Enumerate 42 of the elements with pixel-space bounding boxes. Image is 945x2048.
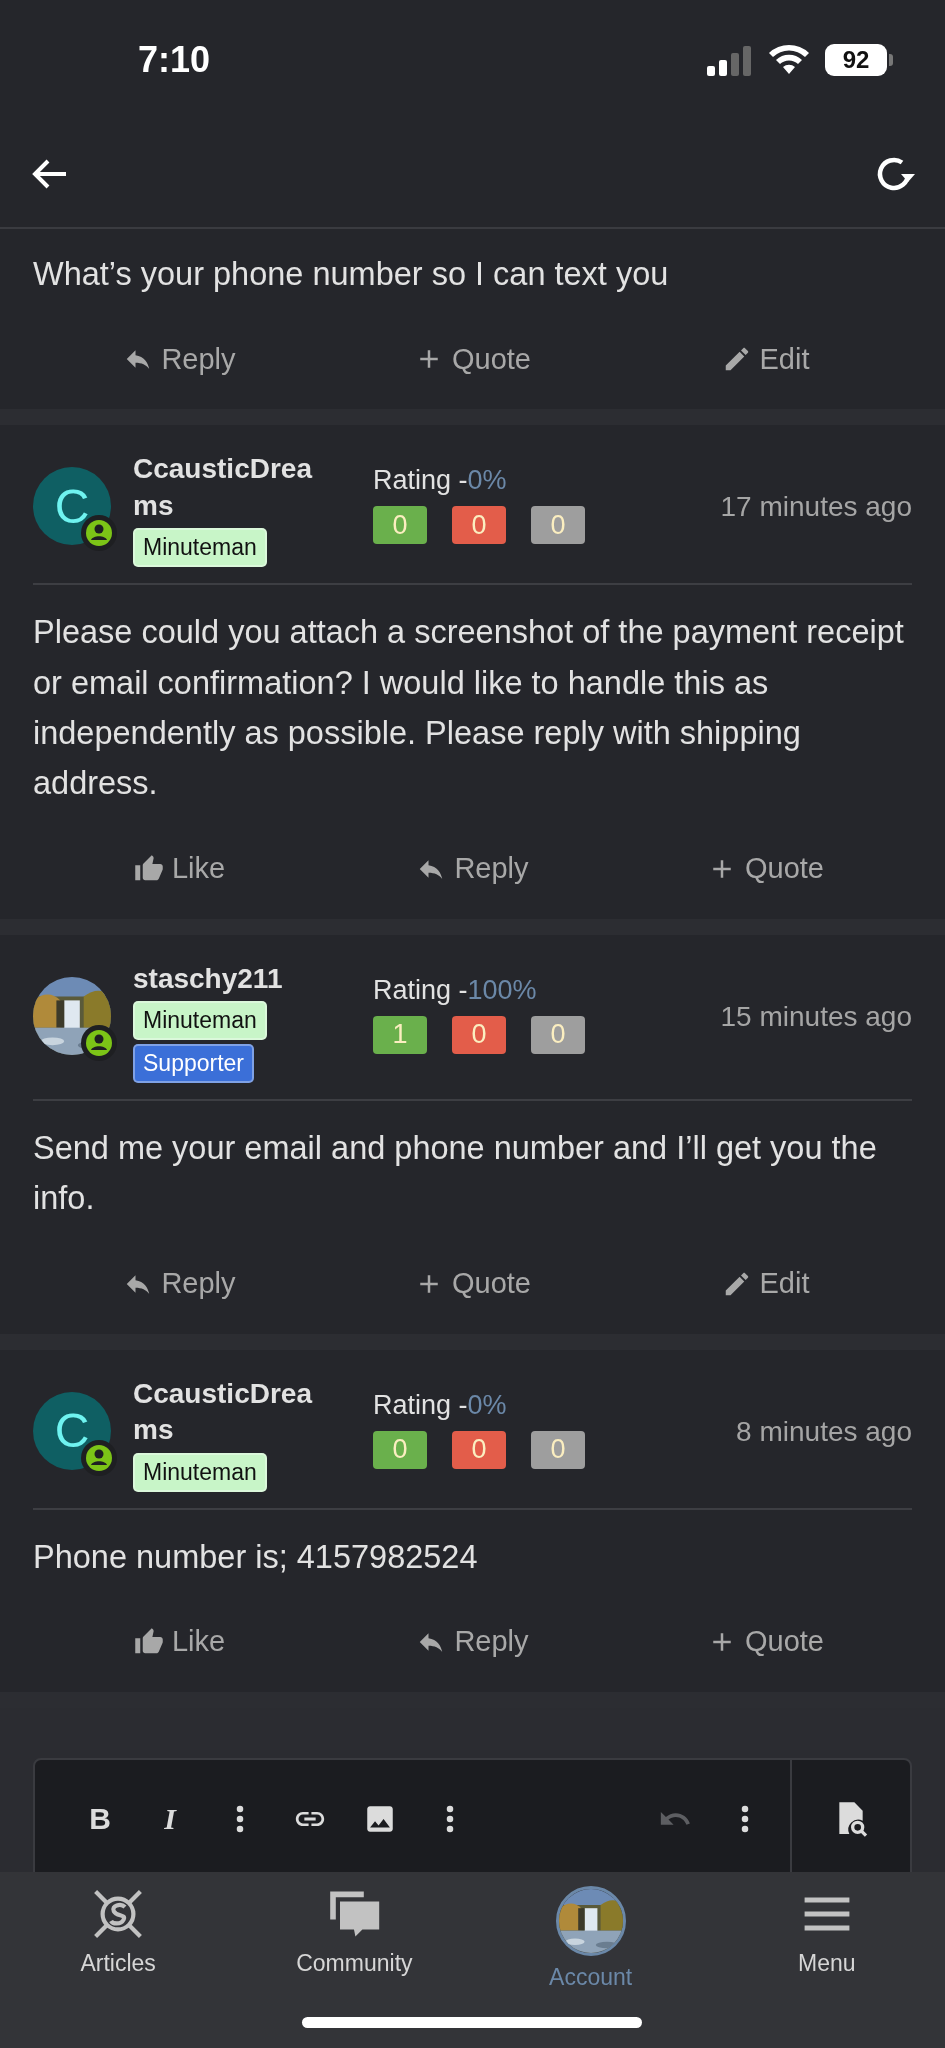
reply-editor[interactable]: B I bbox=[33, 1757, 912, 1872]
wifi-icon bbox=[767, 44, 811, 76]
post-text: What’s your phone number so I can text you bbox=[33, 255, 670, 294]
status-time: 7:10 bbox=[138, 39, 211, 81]
signal-icon bbox=[705, 44, 753, 76]
reply-button[interactable]: Reply bbox=[412, 1621, 533, 1663]
username[interactable]: staschy211 bbox=[133, 960, 318, 998]
user-badge: Minuteman bbox=[133, 1452, 267, 1492]
battery-cap-icon bbox=[889, 54, 893, 66]
quote-button[interactable]: Quote bbox=[703, 1621, 828, 1663]
rating-text: Rating -0% bbox=[373, 465, 508, 497]
tab-bar-item[interactable]: Account bbox=[543, 1872, 639, 1992]
username[interactable]: CcausticDreams bbox=[133, 1375, 318, 1449]
edit-button[interactable]: Edit bbox=[717, 1263, 814, 1305]
post-time: 8 minutes ago bbox=[736, 1415, 912, 1448]
tab-bar-item[interactable]: Menu bbox=[792, 1872, 862, 1978]
reply-button[interactable]: Reply bbox=[119, 338, 240, 380]
post-text: Please could you attach a screenshot of the payment receipt or email confirmation? I would like to handle this as independently as possible. Please reply with shipping address. bbox=[33, 613, 905, 804]
like-button[interactable]: Like bbox=[129, 1621, 230, 1663]
reply-button[interactable]: Reply bbox=[119, 1263, 240, 1305]
rating-text: Rating -0% bbox=[373, 1389, 508, 1421]
quote-button[interactable]: Quote bbox=[410, 1263, 535, 1305]
username[interactable]: CcausticDreams bbox=[133, 451, 318, 525]
user-badge: Minuteman bbox=[133, 528, 267, 568]
quote-button[interactable]: Quote bbox=[410, 338, 535, 380]
edit-button[interactable]: Edit bbox=[717, 338, 814, 380]
rating-text: Rating -100% bbox=[373, 974, 538, 1006]
post-text: Phone number is; 4157982524 bbox=[33, 1537, 479, 1577]
like-button[interactable]: Like bbox=[129, 848, 230, 890]
post-text: Send me your email and phone number and I’ll get you the info. bbox=[33, 1129, 878, 1219]
post-time: 17 minutes ago bbox=[720, 491, 912, 524]
tab-bar-item[interactable]: Community bbox=[290, 1872, 419, 1978]
user-badge: Supporter bbox=[133, 1044, 254, 1084]
user-status-icon bbox=[81, 1024, 117, 1061]
post-time: 15 minutes ago bbox=[720, 1000, 912, 1033]
battery-level: 92 bbox=[825, 44, 887, 76]
reply-button[interactable]: Reply bbox=[412, 848, 533, 890]
quote-button[interactable]: Quote bbox=[703, 848, 828, 890]
user-badge: Minuteman bbox=[133, 1001, 267, 1041]
bold-button[interactable]: B bbox=[65, 1801, 135, 1836]
tab-bar-item[interactable]: Articles bbox=[74, 1872, 162, 1978]
italic-button[interactable]: I bbox=[135, 1801, 205, 1836]
